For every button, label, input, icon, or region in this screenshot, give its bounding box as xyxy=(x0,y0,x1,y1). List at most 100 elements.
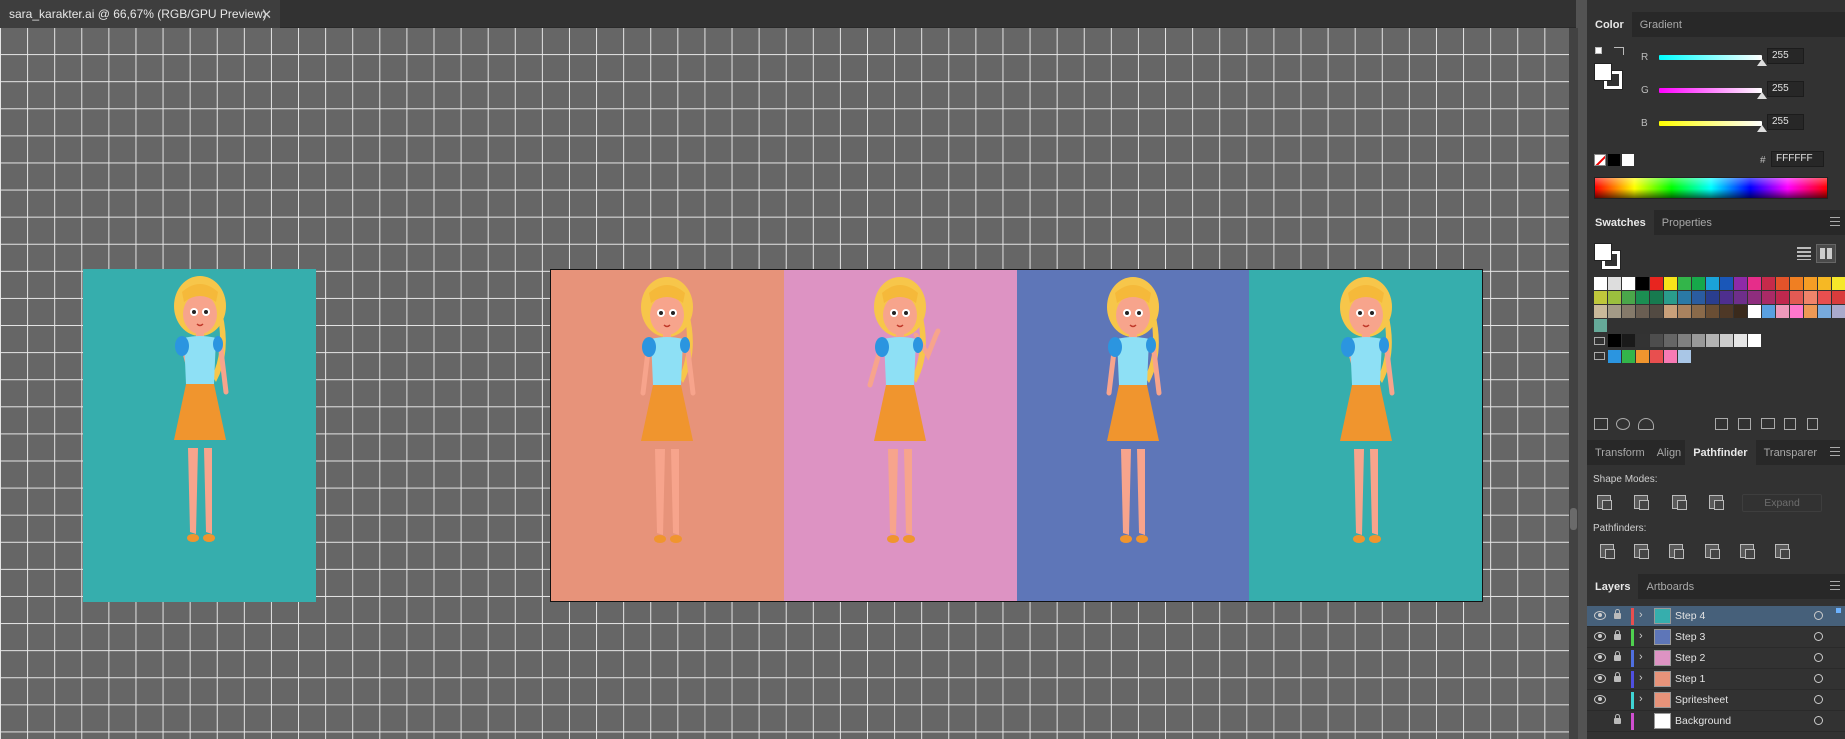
swatch[interactable] xyxy=(1636,277,1649,290)
sprite-frame-3[interactable] xyxy=(1016,270,1250,601)
sprite-frame-2[interactable] xyxy=(783,270,1017,601)
tab-transform[interactable]: Transform xyxy=(1587,440,1653,465)
swatch[interactable] xyxy=(1762,305,1775,318)
swatch[interactable] xyxy=(1706,277,1719,290)
layer-name[interactable]: Step 4 xyxy=(1675,610,1705,622)
hex-value-field[interactable]: FFFFFF xyxy=(1771,151,1824,167)
target-icon[interactable] xyxy=(1814,716,1823,725)
white-color-swatch[interactable] xyxy=(1622,154,1634,166)
pathfinder-panel-menu-icon[interactable] xyxy=(1830,447,1840,456)
channel-r-slider[interactable] xyxy=(1659,55,1762,60)
swatch[interactable] xyxy=(1664,291,1677,304)
expand-button[interactable]: Expand xyxy=(1742,494,1822,512)
swatches-fill-stroke[interactable] xyxy=(1594,243,1622,271)
swatch[interactable] xyxy=(1832,277,1845,290)
swatch[interactable] xyxy=(1650,334,1663,347)
channel-g-knob[interactable] xyxy=(1757,92,1767,99)
swatch[interactable] xyxy=(1678,277,1691,290)
swatch[interactable] xyxy=(1748,277,1761,290)
swatch[interactable] xyxy=(1804,291,1817,304)
canvas-vertical-scrollbar[interactable] xyxy=(1569,28,1578,739)
swatch[interactable] xyxy=(1818,305,1831,318)
swatch[interactable] xyxy=(1636,350,1649,363)
swatch-grid[interactable] xyxy=(1594,277,1845,363)
layer-name[interactable]: Step 1 xyxy=(1675,673,1705,685)
swatch[interactable] xyxy=(1664,277,1677,290)
swatch[interactable] xyxy=(1650,305,1663,318)
layer-name[interactable]: Step 2 xyxy=(1675,652,1705,664)
exclude-icon[interactable] xyxy=(1709,495,1724,510)
chevron-right-icon[interactable]: › xyxy=(1639,630,1643,642)
swatch[interactable] xyxy=(1608,334,1621,347)
swatch[interactable] xyxy=(1818,277,1831,290)
swatch[interactable] xyxy=(1650,291,1663,304)
swatch[interactable] xyxy=(1706,334,1719,347)
sprite-frame-4[interactable] xyxy=(1249,270,1482,601)
swatch[interactable] xyxy=(1678,305,1691,318)
swatch[interactable] xyxy=(1734,334,1747,347)
grid-view-icon[interactable] xyxy=(1816,244,1836,263)
swatch[interactable] xyxy=(1692,291,1705,304)
chevron-right-icon[interactable]: › xyxy=(1639,672,1643,684)
tab-layers[interactable]: Layers xyxy=(1587,574,1639,599)
eye-icon[interactable] xyxy=(1594,632,1606,641)
show-swatch-kinds-icon[interactable] xyxy=(1616,418,1630,430)
swatch[interactable] xyxy=(1622,291,1635,304)
scrollbar-thumb[interactable] xyxy=(1570,508,1577,530)
swatch[interactable] xyxy=(1636,291,1649,304)
lock-icon[interactable] xyxy=(1614,672,1621,682)
sprite-frame-1[interactable] xyxy=(551,270,784,601)
swatch[interactable] xyxy=(1650,277,1663,290)
swatches-panel-menu-icon[interactable] xyxy=(1830,217,1840,226)
tab-gradient[interactable]: Gradient xyxy=(1632,12,1690,37)
swatch[interactable] xyxy=(1734,277,1747,290)
swatch[interactable] xyxy=(1706,291,1719,304)
swatch[interactable] xyxy=(1734,291,1747,304)
color-spectrum-bar[interactable] xyxy=(1594,177,1828,199)
swatch[interactable] xyxy=(1636,334,1649,347)
swatch[interactable] xyxy=(1832,291,1845,304)
channel-r-value[interactable]: 255 xyxy=(1767,48,1804,64)
merge-icon[interactable] xyxy=(1669,544,1684,559)
target-icon[interactable] xyxy=(1814,653,1823,662)
crop-icon[interactable] xyxy=(1705,544,1720,559)
swatch[interactable] xyxy=(1692,334,1705,347)
swatch[interactable] xyxy=(1692,277,1705,290)
divide-icon[interactable] xyxy=(1600,544,1615,559)
layer-row[interactable]: › Step 4 xyxy=(1587,606,1845,627)
swatch-libraries-icon[interactable] xyxy=(1594,418,1608,430)
eye-icon[interactable] xyxy=(1594,611,1606,620)
swatch[interactable] xyxy=(1678,350,1691,363)
swatch[interactable] xyxy=(1622,350,1635,363)
swatch[interactable] xyxy=(1608,291,1621,304)
cloud-libraries-icon[interactable] xyxy=(1638,418,1654,430)
chevron-right-icon[interactable]: › xyxy=(1639,609,1643,621)
eye-icon[interactable] xyxy=(1594,653,1606,662)
lock-icon[interactable] xyxy=(1614,630,1621,640)
eye-icon[interactable] xyxy=(1594,674,1606,683)
swatch-options-icon[interactable] xyxy=(1715,418,1728,430)
folder-icon[interactable] xyxy=(1761,418,1775,429)
swatch[interactable] xyxy=(1664,305,1677,318)
target-icon[interactable] xyxy=(1814,632,1823,641)
black-color-swatch[interactable] xyxy=(1608,154,1620,166)
swatch[interactable] xyxy=(1748,305,1761,318)
layer-name[interactable]: Background xyxy=(1675,715,1731,727)
swatch[interactable] xyxy=(1636,305,1649,318)
channel-g-value[interactable]: 255 xyxy=(1767,81,1804,97)
swatch[interactable] xyxy=(1622,277,1635,290)
swatch[interactable] xyxy=(1818,291,1831,304)
minus-front-icon[interactable] xyxy=(1634,495,1649,510)
swatch[interactable] xyxy=(1594,305,1607,318)
swatch[interactable] xyxy=(1622,334,1635,347)
swatch[interactable] xyxy=(1720,334,1733,347)
swatch[interactable] xyxy=(1804,277,1817,290)
swatch[interactable] xyxy=(1664,334,1677,347)
swatch[interactable] xyxy=(1608,305,1621,318)
document-tab[interactable]: sara_karakter.ai @ 66,67% (RGB/GPU Previ… xyxy=(0,0,280,28)
outline-icon[interactable] xyxy=(1740,544,1755,559)
swatch[interactable] xyxy=(1776,291,1789,304)
target-icon[interactable] xyxy=(1814,674,1823,683)
swatch[interactable] xyxy=(1762,277,1775,290)
swatch[interactable] xyxy=(1594,291,1607,304)
